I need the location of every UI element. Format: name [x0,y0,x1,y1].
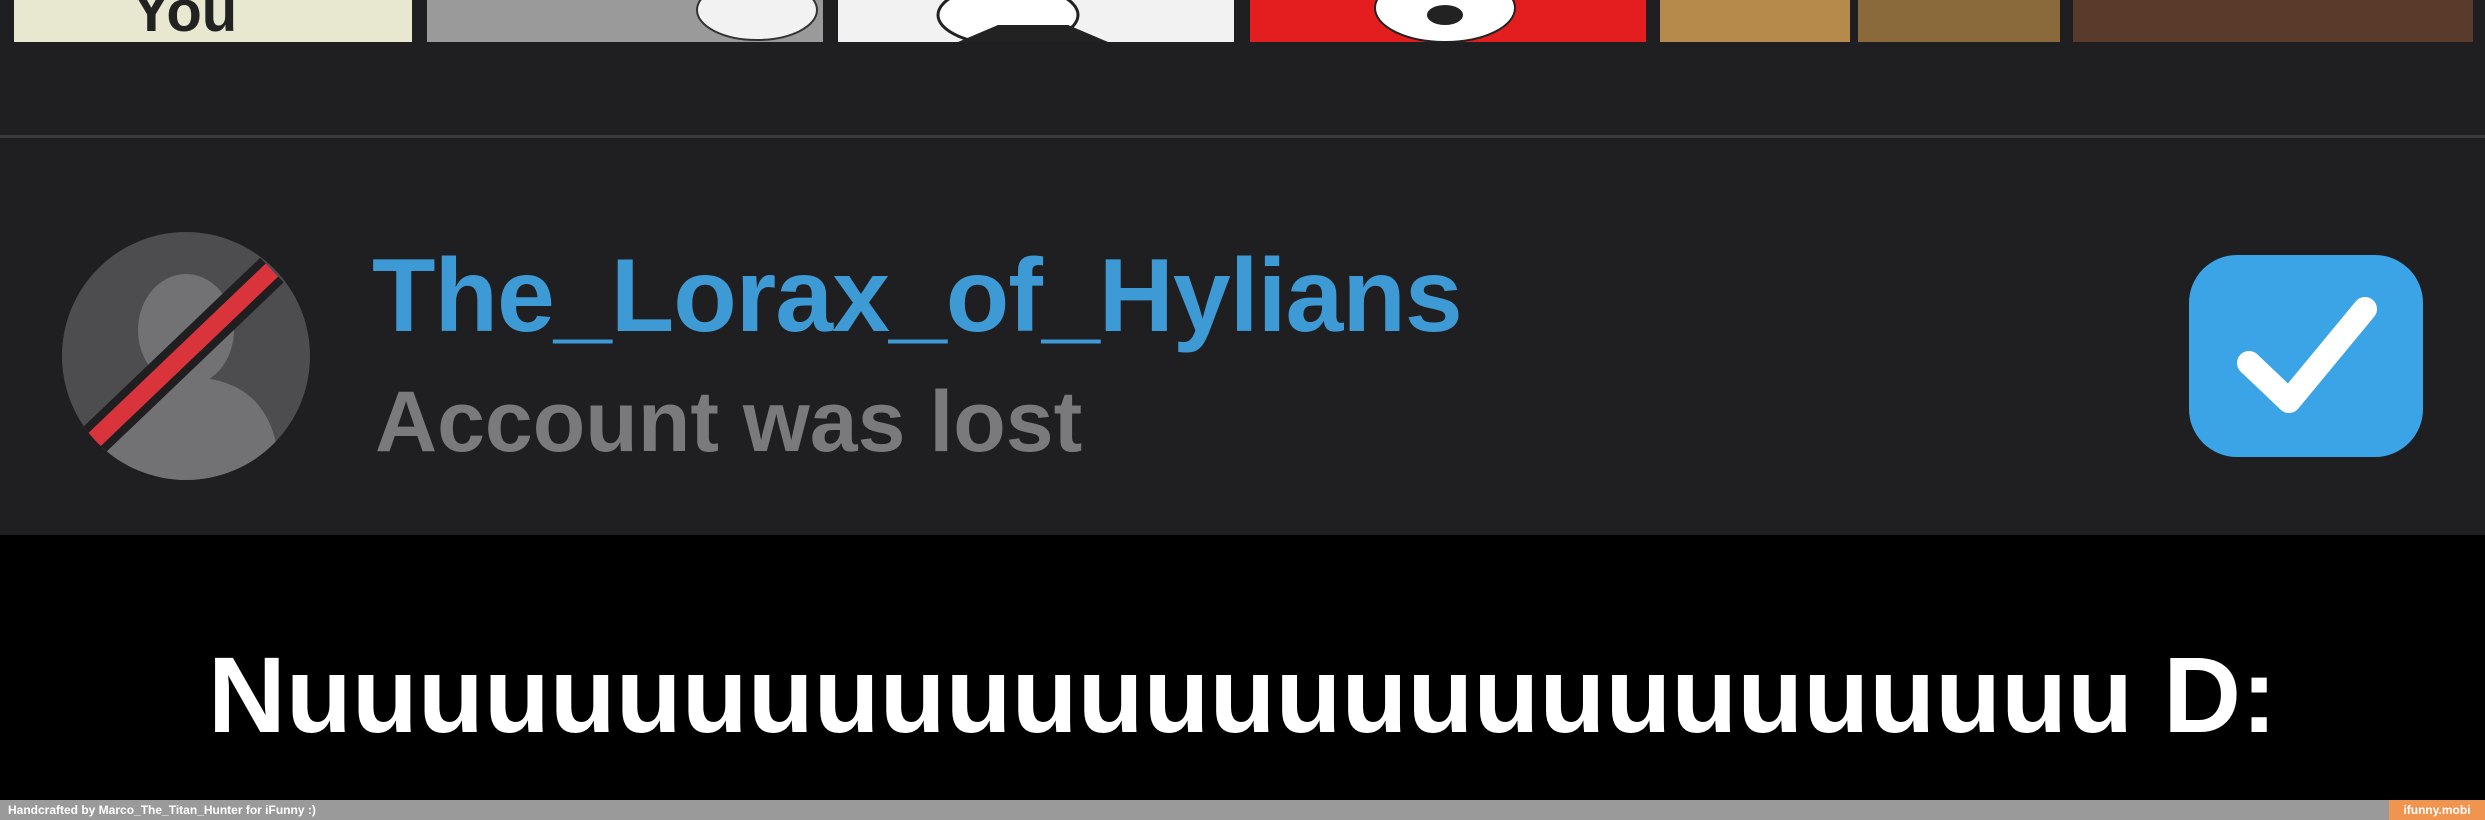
deleted-user-icon[interactable] [62,232,310,480]
thumbnail[interactable] [1250,0,1646,42]
username-link[interactable]: The_Lorax_of_Hylians [372,244,1463,348]
select-checkbox[interactable] [2189,255,2423,457]
user-row[interactable]: The_Lorax_of_Hylians Account was lost [0,138,2485,535]
footer-bar: Handcrafted by Marco_The_Titan_Hunter fo… [0,800,2485,820]
checkmark-icon [2237,297,2377,413]
watermark[interactable]: ifunny.mobi [2389,800,2485,820]
caption-area: Nuuuuuuuuuuuuuuuuuuuuuuuuuuuu D: [0,535,2485,800]
thumbnail-text: You [132,0,238,42]
thumbnail[interactable] [2073,0,2473,42]
thumbnail[interactable] [1660,0,1850,42]
footer-credit: Handcrafted by Marco_The_Titan_Hunter fo… [8,803,316,817]
rage-face-icon [1374,0,1516,42]
thumbnail[interactable]: You [14,0,412,42]
caption-text: Nuuuuuuuuuuuuuuuuuuuuuuuuuuuu D: [207,634,2278,755]
rage-face-icon [936,0,1108,42]
thumbnail-strip: You [0,0,2485,46]
thumbnail[interactable] [838,0,1234,42]
account-status: Account was lost [375,374,1083,470]
thumbnail[interactable] [1858,0,2060,42]
rage-face-icon [696,0,818,41]
thumbnail[interactable] [427,0,823,42]
